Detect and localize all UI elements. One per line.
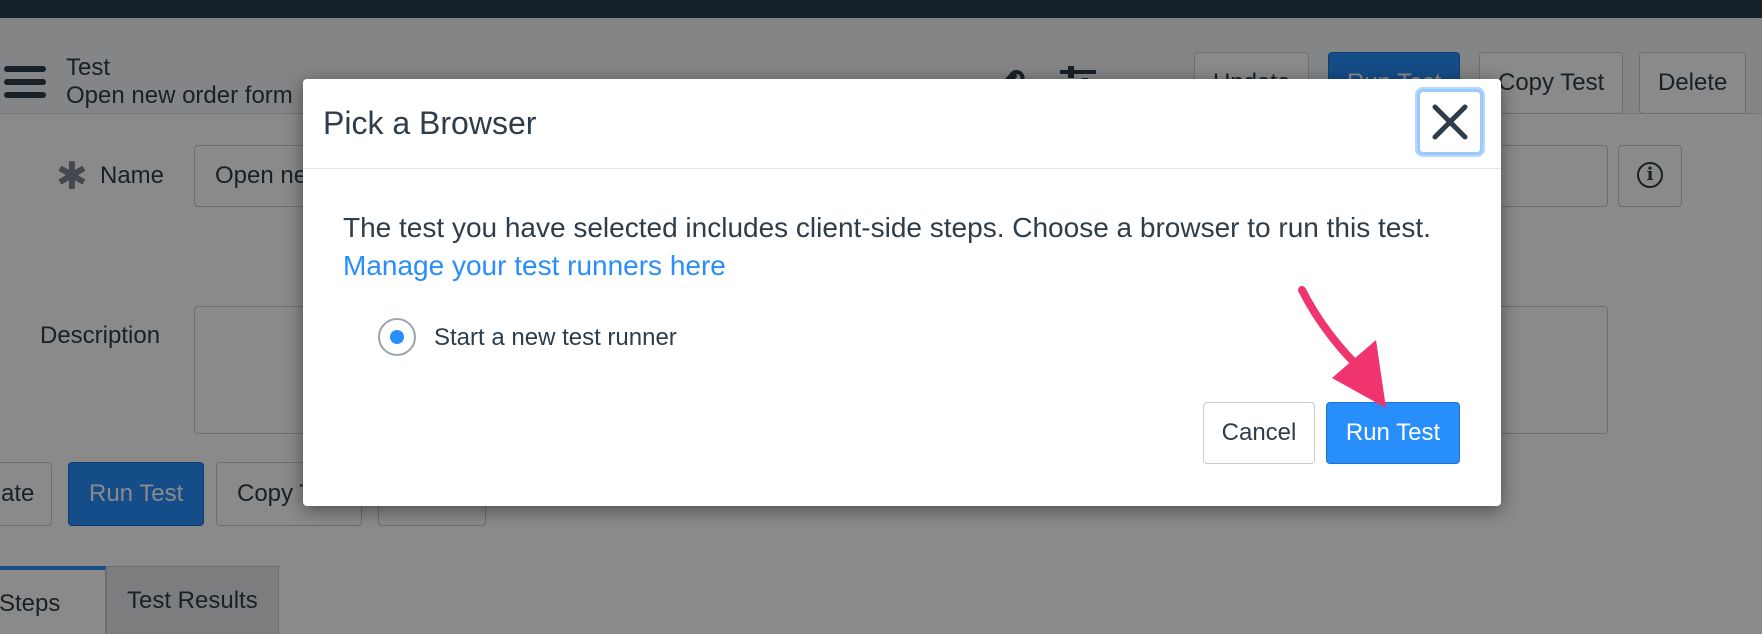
dialog-message: The test you have selected includes clie… <box>343 212 1431 243</box>
dialog-title: Pick a Browser <box>323 105 537 141</box>
pick-browser-dialog: Pick a Browser <box>303 79 1501 506</box>
start-new-runner-label[interactable]: Start a new test runner <box>434 324 677 352</box>
dialog-header: Pick a Browser <box>303 79 1501 169</box>
manage-test-runners-link[interactable]: Manage your test runners here <box>343 250 726 282</box>
cancel-button[interactable]: Cancel <box>1203 402 1315 464</box>
start-new-runner-radio[interactable] <box>378 318 416 356</box>
run-test-button[interactable]: Run Test <box>1326 402 1460 464</box>
close-icon <box>1432 104 1468 140</box>
close-button[interactable] <box>1417 89 1483 155</box>
